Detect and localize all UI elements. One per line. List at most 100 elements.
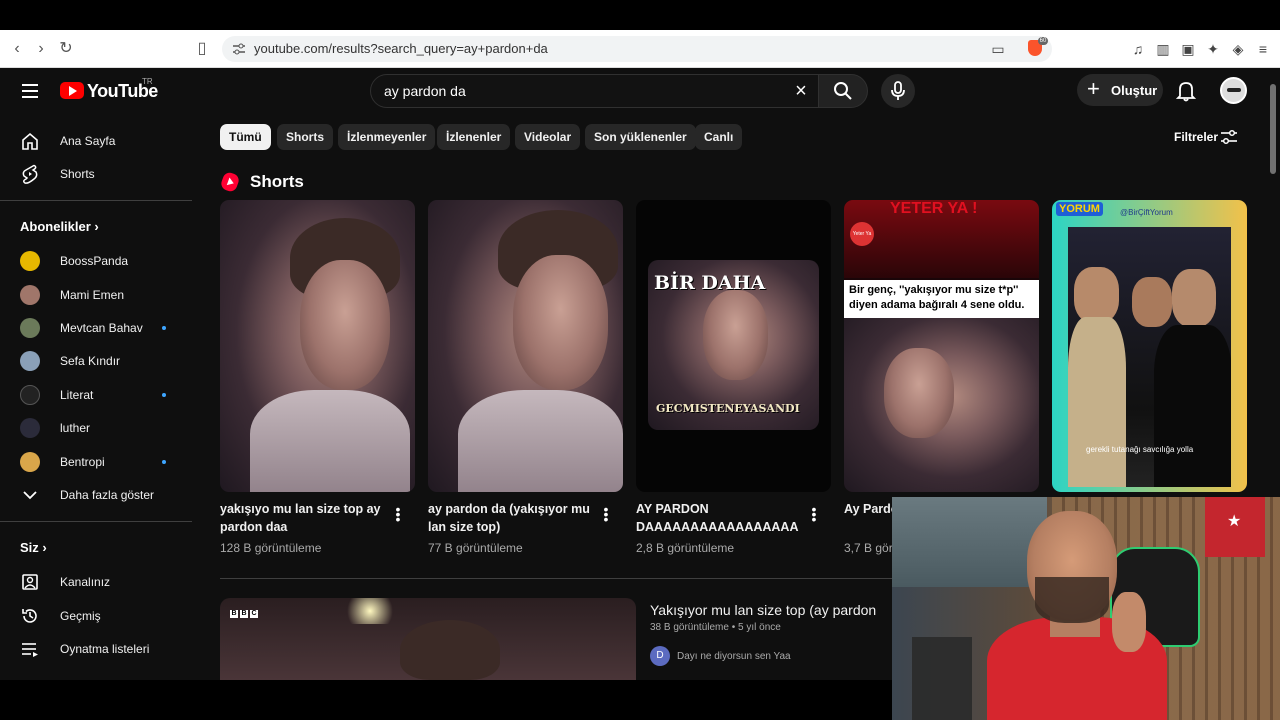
sidebar-item-subscription[interactable]: Mevtcan Bahav [0,311,192,345]
short-thumbnail[interactable] [428,200,623,492]
menu-icon[interactable]: ≡ [1255,41,1271,57]
channel-tag: Yeter Ya [850,222,874,246]
account-avatar[interactable] [1220,77,1247,104]
chip-recent[interactable]: Son yüklenenler [585,124,696,150]
home-icon [22,132,38,150]
search-box[interactable]: ay pardon da × [370,74,820,108]
chip-live[interactable]: Canlı [695,124,743,150]
clear-search-icon[interactable]: × [791,81,811,101]
sidebar-item-subscription[interactable]: Mami Emen [0,278,192,312]
thumbnail-image [513,255,608,390]
guide-menu-icon[interactable] [22,84,38,98]
cast-icon[interactable]: ▭ [990,41,1006,57]
search-input[interactable]: ay pardon da [384,83,466,99]
video-thumbnail[interactable]: BBC [220,598,636,680]
chip-watched[interactable]: İzlenenler [437,124,511,150]
chip-shorts[interactable]: Shorts [277,124,334,150]
channel-name[interactable]: Dayı ne diyorsun sen Yaa [677,651,791,662]
sidebar-divider [0,521,192,522]
notifications-bell-icon[interactable] [1176,80,1196,102]
sidebar-item-label: Literat [60,388,94,402]
sidebar-item-subscription[interactable]: Literat [0,378,192,412]
sidebar-item-shorts[interactable]: Shorts [0,157,192,191]
leo-ai-icon[interactable]: ✦ [1205,41,1221,57]
video-title[interactable]: Yakışıyor mu lan size top (ay pardon [650,602,876,618]
thumbnail-image: BİR DAHA GECMISTENEYASANDI [648,260,819,430]
create-label: Oluştur [1111,83,1158,98]
subscriptions-title: Abonelikler [20,219,91,234]
address-bar[interactable]: youtube.com/results?search_query=ay+pard… [222,36,1052,62]
page-scrollbar[interactable] [1270,84,1276,174]
chevron-down-icon [23,491,37,500]
you-title: Siz [20,540,39,555]
filters-icon[interactable] [1220,128,1238,146]
channel-avatar [20,318,40,338]
you-heading[interactable]: Siz › [20,540,47,555]
sidebar-toggle-icon[interactable]: ▥ [1155,41,1171,57]
overlay-text: YETER YA ! [890,200,978,217]
chip-videos[interactable]: Videolar [515,124,581,150]
video-age: 5 yıl önce [738,622,781,633]
chip-all[interactable]: Tümü [220,124,271,150]
sidebar-item-label: Bentropi [60,455,105,469]
shorts-section-title: Shorts [250,172,304,191]
music-icon[interactable]: ♫ [1130,41,1146,57]
sidebar-item-history[interactable]: Geçmiş [0,599,192,633]
webcam-background [912,637,972,720]
search-button[interactable] [818,74,868,108]
more-options-icon[interactable]: • • • [811,502,817,526]
vpn-icon[interactable]: ◈ [1230,41,1246,57]
more-options-icon[interactable]: • • • [603,502,609,526]
create-button[interactable]: + Oluştur [1077,74,1163,106]
short-title[interactable]: AY PARDON DAAAAAAAAAAAAAAAAA [636,500,808,536]
sidebar-item-label: Kanalınız [60,575,111,589]
guide-sidebar: Ana Sayfa Shorts Abonelikler › BoossPand… [0,124,192,680]
sidebar-item-subscription[interactable]: BoossPanda [0,244,192,278]
sidebar-item-subscription[interactable]: Bentropi [0,445,192,479]
history-icon [22,609,37,623]
thumbnail-image [1068,317,1126,487]
video-views: 38 B görüntüleme [650,622,729,633]
forward-icon[interactable]: › [32,40,50,58]
wallet-icon[interactable]: ▣ [1180,41,1196,57]
sidebar-item-subscription[interactable]: luther [0,411,192,445]
channel-avatar [20,418,40,438]
thumbnail-image [1172,269,1216,327]
sidebar-item-home[interactable]: Ana Sayfa [0,124,192,158]
short-title[interactable]: ay pardon da (yakışıyor mu lan size top) [428,500,600,536]
your-channel-icon [22,574,38,590]
thumbnail-image [250,390,410,492]
bbc-logo: BBC [230,610,258,618]
sidebar-item-your-channel[interactable]: Kanalınız [0,565,192,599]
thumbnail-image [1132,277,1172,327]
screen-top-bar [0,0,1280,30]
sidebar-item-show-more[interactable]: Daha fazla göster [0,478,192,512]
short-thumbnail[interactable]: YETER YA ! Yeter Ya Bir genç, ''yakışıyo… [844,200,1039,492]
back-icon[interactable]: ‹ [8,40,26,58]
overlay-caption: Bir genç, ''yakışıyor mu size t*p'' diye… [844,280,1039,318]
sidebar-item-subscription[interactable]: Sefa Kındır [0,344,192,378]
subscriptions-heading[interactable]: Abonelikler › [20,219,99,234]
short-views: 128 B görüntüleme [220,541,322,555]
short-title[interactable]: yakışıyo mu lan size top ay pardon daa [220,500,392,536]
new-content-dot [162,460,166,464]
site-settings-icon[interactable] [232,42,246,56]
channel-avatar[interactable]: D [650,646,670,666]
bookmark-icon[interactable]: ▯ [193,40,211,58]
sidebar-item-label: BoossPanda [60,254,129,268]
chip-unwatched[interactable]: İzlenmeyenler [338,124,436,150]
new-content-dot [162,393,166,397]
filters-button[interactable]: Filtreler [1174,130,1218,144]
thumbnail-image [844,318,1039,492]
short-thumbnail[interactable]: YORUM @BirÇiftYorum gerekli tutanağı sav… [1052,200,1247,492]
new-content-dot [162,326,166,330]
short-thumbnail[interactable]: BİR DAHA GECMISTENEYASANDI [636,200,831,492]
short-thumbnail[interactable] [220,200,415,492]
sidebar-item-label: Daha fazla göster [60,488,155,502]
sidebar-item-playlists[interactable]: Oynatma listeleri [0,632,192,666]
sidebar-divider [0,200,192,201]
voice-search-button[interactable] [881,74,915,108]
reload-icon[interactable]: ↻ [57,40,75,58]
channel-avatar [20,385,40,405]
more-options-icon[interactable]: • • • [395,502,401,526]
